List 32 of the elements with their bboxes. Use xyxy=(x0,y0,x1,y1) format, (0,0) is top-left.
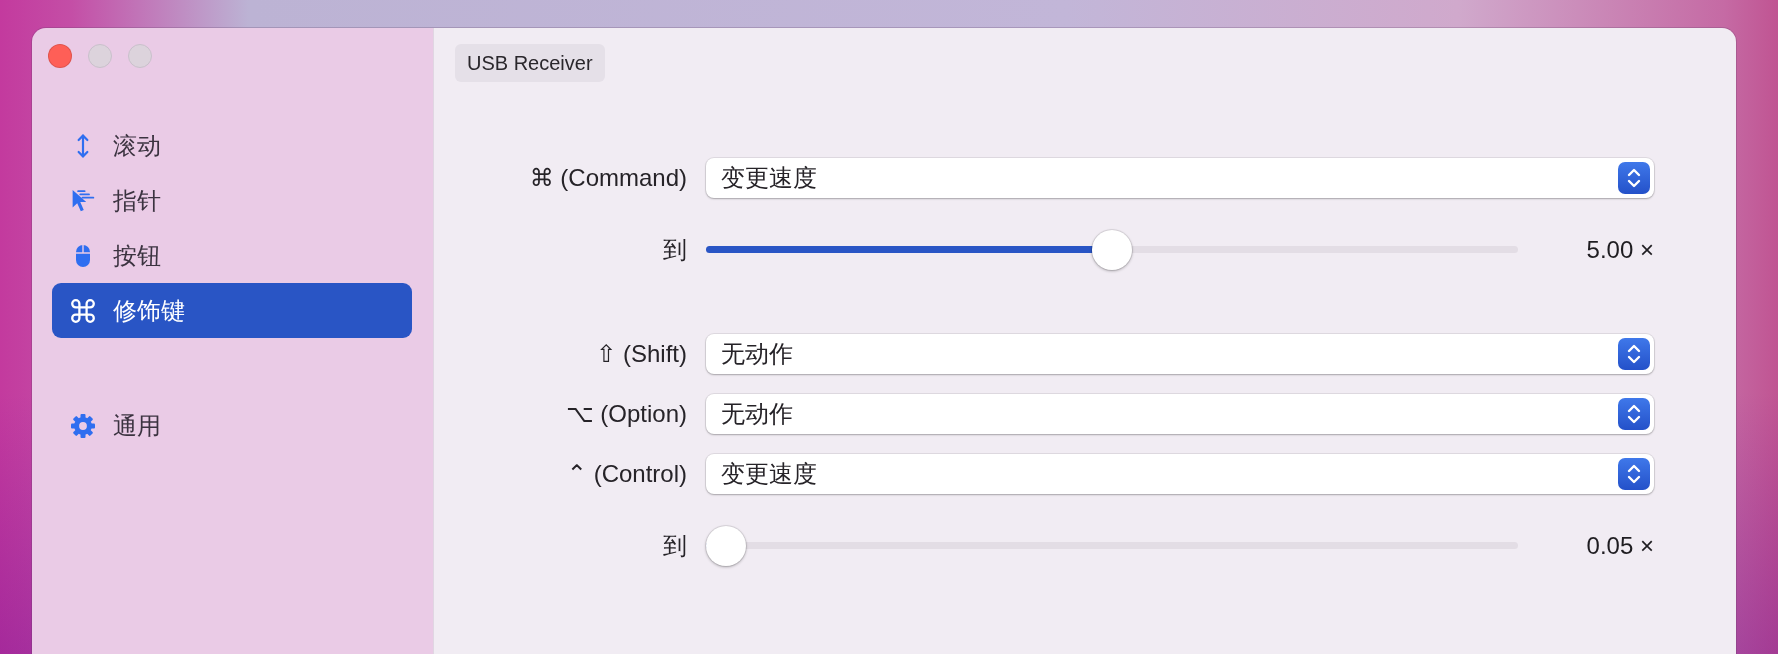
chevron-up-down-icon xyxy=(1618,162,1650,194)
popup-button[interactable]: 无动作 xyxy=(706,394,1654,434)
chevron-up-down-icon xyxy=(1618,458,1650,490)
modifier-label: ⌥ (Option) xyxy=(564,400,687,428)
popup-button[interactable]: 变更速度 xyxy=(706,454,1654,494)
gear-icon xyxy=(71,413,95,438)
slider-thumb[interactable] xyxy=(1092,230,1132,270)
slider-track[interactable] xyxy=(706,526,1518,566)
device-button[interactable]: USB Receiver xyxy=(455,44,605,82)
slider-thumb[interactable] xyxy=(706,526,746,566)
popup-button[interactable]: 变更速度 xyxy=(706,158,1654,198)
command-symbol-icon xyxy=(71,298,95,323)
chevron-up-down-icon xyxy=(1618,338,1650,370)
slider-value: 5.00 × xyxy=(1585,236,1654,264)
mouse-icon xyxy=(76,243,90,268)
up-down-arrow-icon xyxy=(76,133,90,158)
slider-label: 到 xyxy=(662,235,687,265)
sidebar-item[interactable]: 通用 xyxy=(52,398,412,453)
slider-value: 0.05 × xyxy=(1585,532,1654,560)
slider-track[interactable] xyxy=(706,230,1518,270)
modifier-label: ⇧ (Shift) xyxy=(595,340,687,368)
popup-button[interactable]: 无动作 xyxy=(706,334,1654,374)
chevron-up-down-icon xyxy=(1618,398,1650,430)
modifier-label: ⌘ (Command) xyxy=(528,164,687,192)
slider-label: 到 xyxy=(662,531,687,561)
close-button[interactable] xyxy=(48,44,72,68)
sidebar-item[interactable]: 修饰键 xyxy=(52,283,412,338)
sidebar-item[interactable]: 指针 xyxy=(52,173,412,228)
cursor-icon xyxy=(71,188,95,213)
sidebar-item[interactable]: 按钮 xyxy=(52,228,412,283)
modifier-label: ⌃ (Control) xyxy=(565,460,687,488)
sidebar-item[interactable]: 滚动 xyxy=(52,118,412,173)
